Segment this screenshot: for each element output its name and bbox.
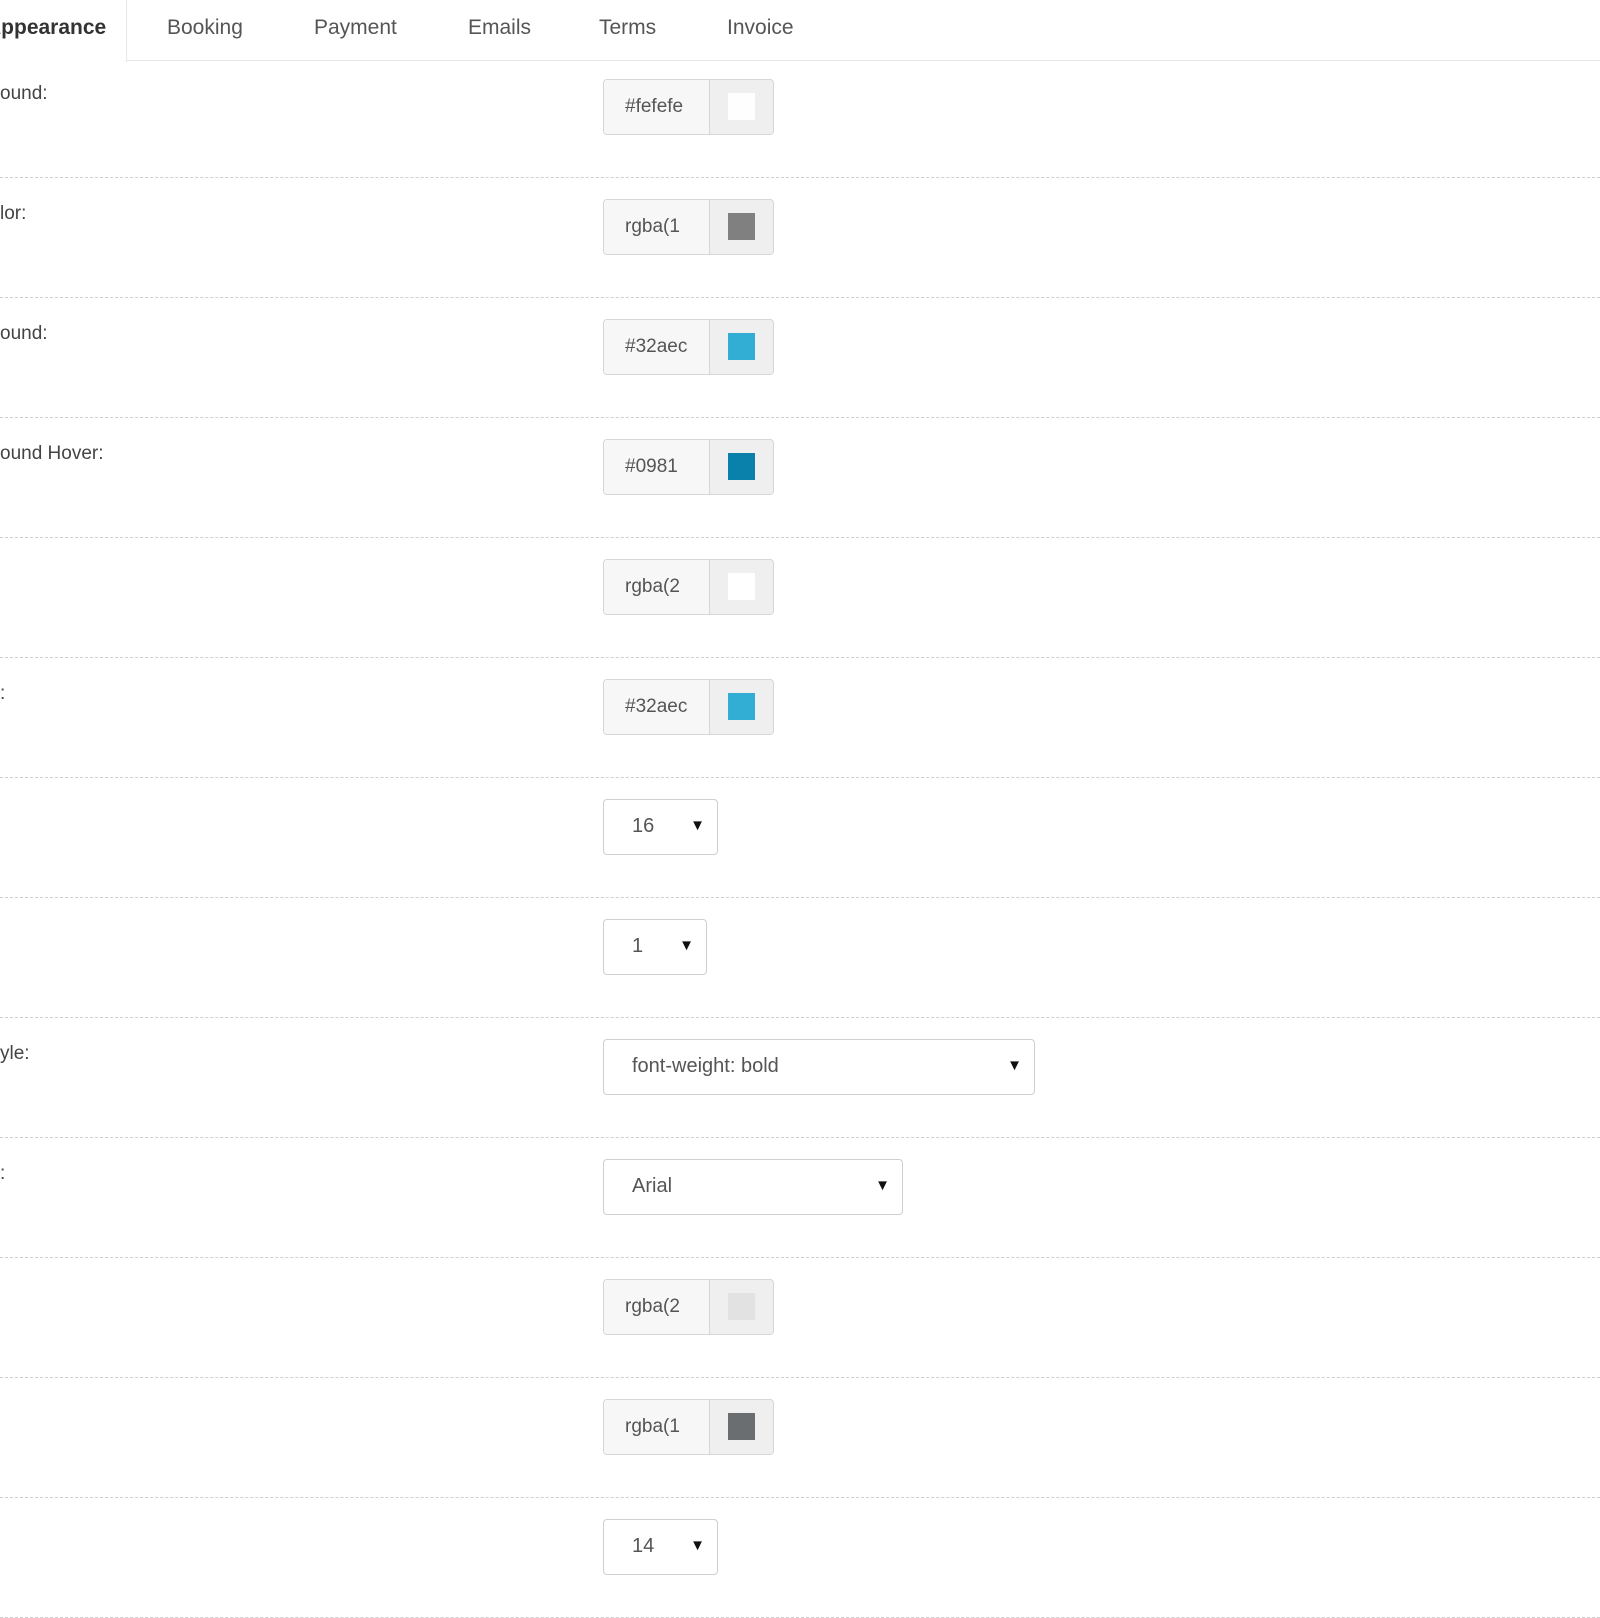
color-swatch [728,213,755,240]
setting-label: yle: [0,1043,30,1064]
setting-label: lor: [0,203,27,224]
color-swatch [728,93,755,120]
dropdown-select[interactable]: Arial ▼ [603,1159,903,1215]
setting-label: : [0,1163,6,1184]
color-swatch-button[interactable] [710,80,773,134]
settings-row: 14 ▼ [0,1501,1600,1618]
settings-row [0,1261,1600,1378]
color-picker [603,679,774,735]
settings-row: : Arial ▼ [0,1141,1600,1258]
tab-invoice[interactable]: Invoice [727,0,794,61]
color-swatch [728,1413,755,1440]
color-swatch [728,1293,755,1320]
select-value: Arial [632,1175,673,1197]
dropdown-select[interactable]: 14 ▼ [603,1519,718,1575]
settings-tabs: Appearance Booking Payment Emails Terms … [0,0,1600,62]
tab-booking[interactable]: Booking [167,0,243,61]
color-value-input[interactable] [604,560,710,614]
settings-row: : [0,661,1600,778]
color-swatch-button[interactable] [710,320,773,374]
color-swatch-button[interactable] [710,200,773,254]
dropdown-select[interactable]: 16 ▼ [603,799,718,855]
settings-row: 1 ▼ [0,901,1600,1018]
triangle-down-icon: ▼ [690,817,705,834]
color-swatch [728,693,755,720]
select-value: 1 [632,935,644,957]
settings-row [0,1381,1600,1498]
color-picker [603,199,774,255]
triangle-down-icon: ▼ [1007,1057,1022,1074]
setting-label: : [0,683,6,704]
color-value-input[interactable] [604,1280,710,1334]
settings-row: ound: [0,301,1600,418]
color-value-input[interactable] [604,440,710,494]
settings-row: ound Hover: [0,421,1600,538]
tab-payment[interactable]: Payment [314,0,397,61]
color-swatch-button[interactable] [710,440,773,494]
color-swatch-button[interactable] [710,680,773,734]
color-picker [603,319,774,375]
color-swatch [728,333,755,360]
color-value-input[interactable] [604,200,710,254]
settings-row [0,541,1600,658]
color-swatch-button[interactable] [710,1400,773,1454]
triangle-down-icon: ▼ [690,1537,705,1554]
settings-row: 16 ▼ [0,781,1600,898]
color-value-input[interactable] [604,80,710,134]
select-value: font-weight: bold [632,1055,779,1077]
setting-label: ound: [0,323,48,344]
tab-emails[interactable]: Emails [468,0,531,61]
setting-label: ound: [0,83,48,104]
color-picker [603,79,774,135]
color-swatch-button[interactable] [710,1280,773,1334]
setting-label: ound Hover: [0,443,104,464]
color-picker [603,1279,774,1335]
color-swatch [728,573,755,600]
color-value-input[interactable] [604,1400,710,1454]
select-value: 14 [632,1535,655,1557]
settings-row: lor: [0,181,1600,298]
tab-appearance[interactable]: Appearance [0,0,127,62]
dropdown-select[interactable]: font-weight: bold ▼ [603,1039,1035,1095]
tab-terms[interactable]: Terms [599,0,656,61]
color-value-input[interactable] [604,680,710,734]
settings-row: yle: font-weight: bold ▼ [0,1021,1600,1138]
color-picker [603,559,774,615]
select-value: 16 [632,815,655,837]
color-picker [603,439,774,495]
settings-row: ound: [0,61,1600,178]
dropdown-select[interactable]: 1 ▼ [603,919,707,975]
color-swatch [728,453,755,480]
triangle-down-icon: ▼ [679,937,694,954]
color-swatch-button[interactable] [710,560,773,614]
color-picker [603,1399,774,1455]
color-value-input[interactable] [604,320,710,374]
triangle-down-icon: ▼ [875,1177,890,1194]
